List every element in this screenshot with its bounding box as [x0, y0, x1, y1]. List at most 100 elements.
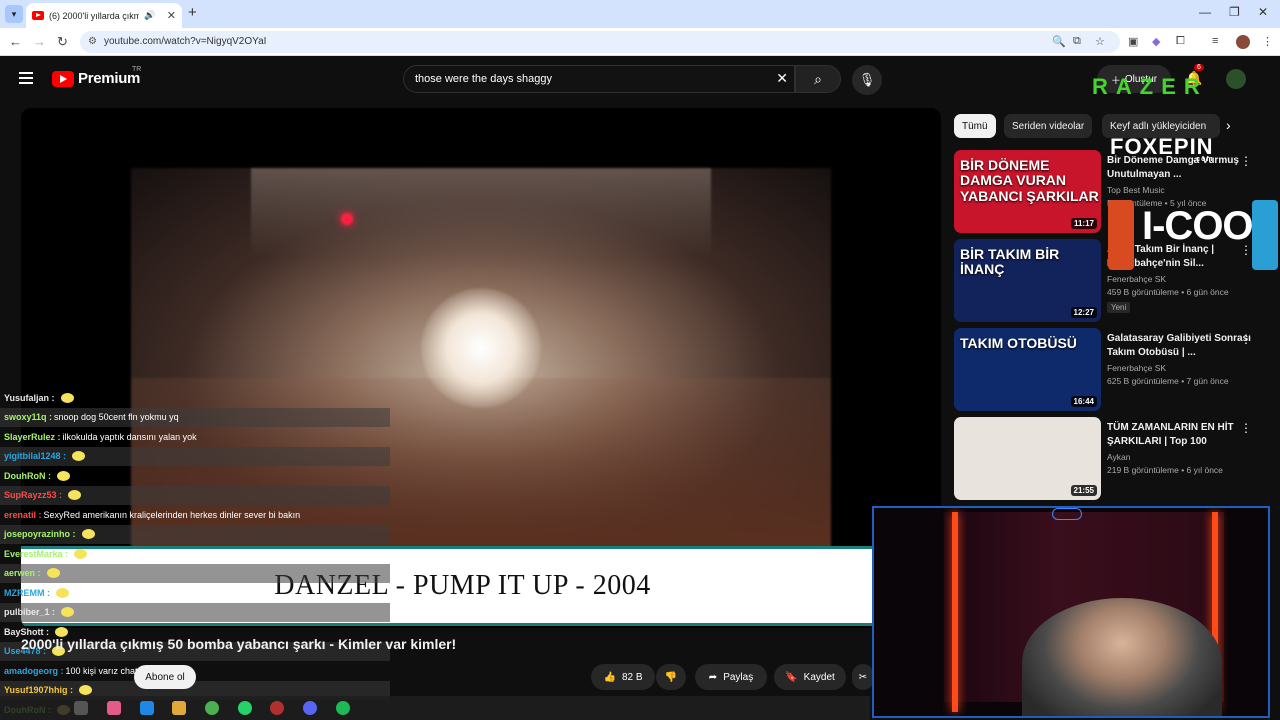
file-explorer-icon[interactable]: [172, 701, 186, 715]
edge-icon[interactable]: [140, 701, 154, 715]
browser-menu-icon[interactable]: ⋮: [1262, 35, 1273, 48]
clear-search-icon[interactable]: ✕: [776, 70, 788, 87]
minimize-icon[interactable]: —: [1199, 5, 1211, 19]
forward-icon[interactable]: →: [33, 34, 46, 49]
taskbar: [0, 696, 870, 720]
window-close-icon[interactable]: ✕: [1258, 5, 1268, 19]
thumbs-up-icon: 👍: [603, 671, 616, 683]
task-view-icon[interactable]: [74, 701, 88, 715]
chat-emote-icon: [55, 626, 68, 637]
chevron-right-icon[interactable]: ›: [1226, 117, 1231, 133]
obs-icon[interactable]: [270, 701, 284, 715]
chat-username[interactable]: MZREMM :: [4, 588, 50, 598]
chat-message: SlayerRulez : ilkokulda yaptık dansını ya…: [0, 427, 390, 446]
chat-message: MZREMM :: [0, 583, 390, 602]
profile-avatar[interactable]: [1236, 35, 1250, 49]
youtube-favicon-icon: [32, 11, 44, 20]
tab-audio-icon[interactable]: 🔊: [144, 10, 155, 21]
recommendation-card[interactable]: 21:55 TÜM ZAMANLARIN EN HİT ŞARKILARI | T…: [954, 417, 1274, 501]
whatsapp-icon[interactable]: [238, 701, 252, 715]
dislike-button[interactable]: 👎: [656, 664, 686, 690]
chat-message: aerwen :: [0, 563, 390, 583]
chat-message: SupRayzz53 :: [0, 485, 390, 505]
tab-search-chevron-icon[interactable]: ▾: [5, 5, 23, 23]
chat-emote-icon: [79, 685, 93, 695]
bookmark-star-icon[interactable]: ☆: [1095, 35, 1105, 48]
media-control-icon[interactable]: ≡: [1212, 35, 1218, 47]
voice-search-button[interactable]: 🎙: [852, 65, 882, 95]
puzzle-icon[interactable]: ⧠: [1176, 35, 1185, 48]
chat-username[interactable]: DouhRoN :: [4, 471, 51, 481]
tab-title: (6) 2000'li yıllarda çıkmış 50: [49, 10, 139, 21]
youtube-logo[interactable]: Premium TR: [52, 66, 141, 87]
recommendation-title[interactable]: Galatasaray Galibiyeti Sonrası Takım Oto…: [1107, 332, 1257, 360]
account-avatar[interactable]: [1226, 69, 1246, 89]
chat-username[interactable]: aerwen :: [4, 568, 41, 578]
reload-icon[interactable]: ↻: [57, 34, 68, 50]
subscribe-button[interactable]: Abone ol: [134, 665, 196, 689]
recommendation-title[interactable]: TÜM ZAMANLARIN EN HİT ŞARKILARI | Top 10…: [1107, 421, 1257, 449]
chat-username[interactable]: erenatil :: [4, 510, 42, 520]
chat-message: swoxy11q : snoop dog 50cent fln yokmu yq: [0, 407, 390, 427]
chat-username[interactable]: SlayerRulez :: [4, 432, 61, 442]
share-button[interactable]: ➦ Paylaş: [695, 664, 767, 690]
thumbnail-text: TAKIM OTOBÜSÜ: [960, 335, 1077, 351]
url-text[interactable]: youtube.com/watch?v=NigyqV2OYaI: [104, 36, 266, 47]
discord-icon[interactable]: [303, 701, 317, 715]
channel-name[interactable]: Fenerbahçe SK: [1107, 274, 1257, 284]
channel-name[interactable]: Top Best Music: [1107, 185, 1257, 195]
more-options-icon[interactable]: ⋮: [1240, 154, 1252, 168]
browser-tab[interactable]: (6) 2000'li yıllarda çıkmış 50 🔊 ✕: [26, 3, 182, 28]
search-button[interactable]: ⌕: [795, 65, 841, 93]
video-thumbnail[interactable]: 21:55: [954, 417, 1101, 500]
more-options-icon[interactable]: ⋮: [1240, 332, 1252, 346]
chip-all[interactable]: Tümü: [954, 114, 996, 138]
stage-red-light: [341, 213, 353, 225]
chat-username[interactable]: josepoyrazinho :: [4, 529, 76, 539]
chat-username[interactable]: BayShott :: [4, 627, 49, 637]
menu-icon[interactable]: [19, 72, 33, 84]
spotify-icon[interactable]: [336, 701, 350, 715]
cast-icon[interactable]: ⧉: [1073, 35, 1081, 48]
chat-username[interactable]: swoxy11q :: [4, 412, 52, 422]
clip-button[interactable]: ✂: [852, 664, 874, 690]
video-thumbnail[interactable]: BİR DÖNEME DAMGA VURAN YABANCI ŞARKILAR 1…: [954, 150, 1101, 233]
chat-username[interactable]: yigitbilal1248 :: [4, 451, 66, 461]
address-bar[interactable]: ⚙ youtube.com/watch?v=NigyqV2OYaI: [80, 31, 1120, 53]
stream-chat-overlay: Yusufaljan : swoxy11q : snoop dog 50cent f…: [0, 388, 390, 720]
video-title: 2000'li yıllarda çıkmış 50 bomba yabancı…: [21, 636, 457, 652]
extension-purple-icon[interactable]: ◆: [1152, 35, 1160, 48]
save-button[interactable]: 🔖 Kaydet: [774, 664, 846, 690]
video-thumbnail[interactable]: TAKIM OTOBÜSÜ 16:44: [954, 328, 1101, 411]
icool-can-blue: [1252, 200, 1278, 270]
channel-name[interactable]: Fenerbahçe SK: [1107, 363, 1257, 373]
chat-username[interactable]: SupRayzz53 :: [4, 490, 62, 500]
chrome-icon[interactable]: [205, 701, 219, 715]
more-options-icon[interactable]: ⋮: [1240, 421, 1252, 435]
extension-icon[interactable]: ▣: [1128, 35, 1138, 48]
copilot-icon[interactable]: [107, 701, 121, 715]
like-button[interactable]: 👍 82 B: [591, 664, 655, 690]
like-count: 82 B: [621, 671, 643, 683]
video-thumbnail[interactable]: BİR TAKIM BİR İNANÇ 12:27: [954, 239, 1101, 322]
recommendation-card[interactable]: TAKIM OTOBÜSÜ 16:44 Galatasaray Galibiyeti…: [954, 328, 1274, 412]
chat-emote-icon: [81, 529, 95, 539]
tab-close-icon[interactable]: ✕: [167, 9, 176, 22]
channel-name[interactable]: Aykan: [1107, 452, 1257, 462]
new-tab-button[interactable]: +: [188, 4, 197, 21]
neon-light-left: [952, 512, 958, 712]
search-input[interactable]: those were the days shaggy ✕: [403, 65, 795, 93]
restore-icon[interactable]: ❐: [1229, 5, 1240, 19]
back-icon[interactable]: ←: [9, 34, 22, 49]
chat-emote-icon: [74, 548, 88, 559]
chat-emote-icon: [60, 392, 74, 403]
search-query[interactable]: those were the days shaggy: [415, 73, 552, 85]
chat-username[interactable]: Yusuf1907hhig :: [4, 685, 73, 695]
zoom-icon[interactable]: 🔍: [1052, 35, 1066, 48]
chat-username[interactable]: pulbiber_1 :: [4, 607, 55, 617]
chip-series[interactable]: Seriden videolar: [1004, 114, 1093, 138]
chat-username[interactable]: amadogeorg :: [4, 666, 64, 676]
site-info-icon[interactable]: ⚙: [88, 36, 97, 47]
chat-username[interactable]: Yusufaljan :: [4, 393, 55, 403]
chat-username[interactable]: EverestMarka :: [4, 549, 68, 559]
